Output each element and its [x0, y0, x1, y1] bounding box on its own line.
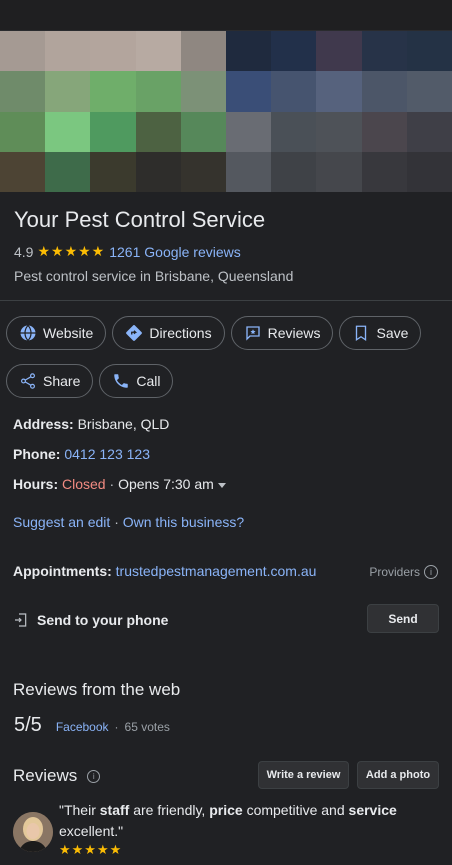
providers-label: Providers: [369, 565, 420, 579]
website-button[interactable]: Website: [6, 316, 107, 350]
share-label: Share: [43, 373, 81, 389]
phone-line: Phone: 0412 123 123: [13, 446, 150, 462]
rating-stars: ★★★★★: [37, 243, 106, 259]
send-to-device-icon: [15, 613, 27, 627]
send-to-phone-row: Send to your phone: [13, 612, 168, 628]
hours-line[interactable]: Hours: Closed · Opens 7:30 am: [13, 476, 226, 492]
rating-value: 4.9: [14, 243, 34, 260]
review-text-part: are friendly,: [129, 802, 210, 818]
business-category: Pest control service in Brisbane, Queens…: [14, 268, 294, 284]
review-icon: [245, 326, 260, 341]
review-keyword: staff: [99, 802, 130, 818]
call-button[interactable]: Call: [99, 364, 174, 398]
suggest-edit-link[interactable]: Suggest an edit: [13, 514, 110, 530]
call-label: Call: [136, 373, 161, 389]
share-icon: [21, 373, 35, 389]
reviewer-avatar[interactable]: [13, 812, 53, 852]
google-reviews-link[interactable]: 1261 Google reviews: [109, 244, 241, 260]
website-label: Website: [43, 325, 94, 341]
globe-icon: [20, 325, 36, 341]
phone-icon: [114, 374, 129, 388]
appointments-line: Appointments: trustedpestmanagement.com.…: [13, 563, 316, 579]
directions-icon: [126, 325, 143, 341]
directions-button[interactable]: Directions: [112, 316, 225, 350]
action-chips-row-2: Share Call: [6, 364, 174, 398]
write-review-button[interactable]: Write a review: [258, 761, 349, 789]
person-avatar-icon: [13, 812, 53, 852]
info-icon[interactable]: i: [87, 769, 101, 783]
address-value[interactable]: Brisbane, QLD: [78, 416, 170, 432]
edit-links-line: Suggest an edit · Own this business?: [13, 514, 244, 530]
rating-row: 4.9 ★★★★★ 1261 Google reviews: [14, 243, 241, 260]
share-button[interactable]: Share: [6, 364, 94, 398]
review-text-part: excellent.": [59, 823, 124, 839]
save-button[interactable]: Save: [339, 316, 422, 350]
links-separator: ·: [114, 514, 119, 530]
action-chips-row-1: Website Directions Reviews Save: [6, 316, 422, 350]
hours-label: Hours:: [13, 476, 59, 492]
phone-number-link[interactable]: 0412 123 123: [64, 446, 150, 462]
divider: [0, 300, 452, 301]
web-reviews-title: Reviews from the web: [13, 680, 181, 699]
review-stars: ★★★★★: [59, 842, 123, 857]
send-to-phone-label: Send to your phone: [37, 612, 169, 628]
review-text-part: competitive and: [242, 802, 349, 818]
reviews-button[interactable]: Reviews: [230, 316, 334, 350]
reviews-header: Reviews i: [13, 766, 101, 786]
hours-next-open: Opens 7:30 am: [118, 476, 214, 492]
reviews-title: Reviews: [13, 766, 78, 785]
review-text-part: "Their: [59, 802, 100, 818]
caret-down-icon[interactable]: [217, 482, 226, 488]
reviews-label: Reviews: [267, 325, 321, 341]
review-keyword: price: [209, 802, 243, 818]
address-label: Address:: [13, 416, 74, 432]
web-review-score: 5/5: [14, 714, 42, 736]
own-business-link[interactable]: Own this business?: [123, 514, 244, 530]
phone-label: Phone:: [13, 446, 61, 462]
votes-count: 65 votes: [124, 720, 170, 734]
providers-info[interactable]: Providers i: [369, 565, 438, 579]
review-keyword: service: [348, 802, 397, 818]
add-photo-button[interactable]: Add a photo: [357, 761, 439, 789]
web-review-score-row: 5/5 Facebook · 65 votes: [14, 714, 170, 737]
address-line: Address: Brisbane, QLD: [13, 416, 169, 432]
business-name: Your Pest Control Service: [14, 207, 266, 232]
hours-status: Closed: [62, 476, 106, 492]
bookmark-icon: [356, 325, 367, 342]
facebook-link[interactable]: Facebook: [56, 720, 109, 734]
send-button[interactable]: Send: [367, 604, 439, 633]
save-label: Save: [376, 325, 409, 341]
appointments-link[interactable]: trustedpestmanagement.com.au: [116, 563, 317, 579]
review-content: "Their staff are friendly, price competi…: [59, 800, 443, 858]
review-item: "Their staff are friendly, price competi…: [13, 800, 443, 858]
info-icon: i: [424, 565, 438, 579]
votes-separator: ·: [114, 720, 119, 734]
appointments-label: Appointments:: [13, 563, 112, 579]
directions-label: Directions: [149, 325, 212, 341]
hours-separator: ·: [109, 476, 115, 492]
review-text: "Their staff are friendly, price competi…: [59, 800, 443, 842]
top-bar: [0, 0, 452, 31]
business-photo[interactable]: [0, 31, 452, 192]
pixelated-photo-grid: [0, 31, 452, 192]
